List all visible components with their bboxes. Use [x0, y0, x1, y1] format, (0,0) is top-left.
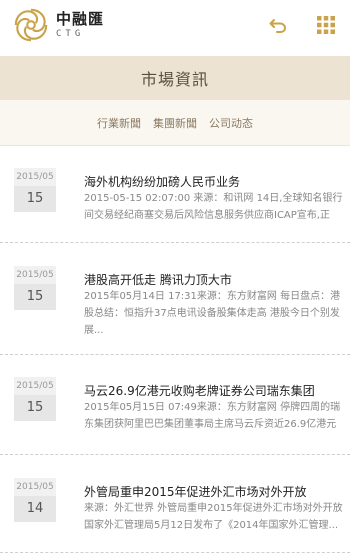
date-badge: 2015/05 14: [14, 478, 56, 522]
news-title[interactable]: 外管局重申2015年促进外汇市场对外开放: [84, 483, 307, 500]
date-month: 2015/05: [14, 478, 56, 496]
news-summary: 来源：外汇世界 外管局重申2015年促进外汇市场对外开放 国家外汇管理局5月12…: [84, 503, 343, 531]
back-arrow-icon[interactable]: [266, 13, 290, 37]
subnav-company-updates[interactable]: 公司动态: [209, 115, 253, 131]
news-summary: 2015年05月15日 07:49来源：东方财富网 停牌四周的瑞东集团获阿里巴巴…: [84, 402, 341, 430]
logo[interactable]: 中融匯 CTG: [12, 6, 104, 44]
divider: [0, 454, 350, 455]
news-title[interactable]: 海外机构纷纷加磅人民币业务: [84, 173, 240, 190]
news-summary: 2015年05月14日 17:31来源：东方财富网 每日盘点：港股总结：恒指升3…: [84, 291, 341, 336]
date-badge: 2015/05 15: [14, 266, 56, 310]
date-month: 2015/05: [14, 168, 56, 186]
news-title[interactable]: 马云26.9亿港元收购老牌证券公司瑞东集团: [84, 382, 315, 399]
date-month: 2015/05: [14, 377, 56, 395]
divider: [0, 242, 350, 243]
grid-menu-icon[interactable]: [314, 13, 338, 37]
divider: [0, 354, 350, 355]
logo-swirl-icon: [14, 8, 48, 42]
date-day: 15: [14, 395, 56, 421]
date-badge: 2015/05 15: [14, 168, 56, 212]
logo-english-text: CTG: [56, 28, 85, 39]
news-title[interactable]: 港股高开低走 腾讯力顶大市: [84, 271, 232, 288]
date-day: 14: [14, 496, 56, 522]
page-title-band: 市場資訊: [0, 56, 350, 100]
subnav-group-news[interactable]: 集團新聞: [153, 115, 197, 131]
top-bar: 中融匯 CTG: [0, 0, 350, 50]
divider: [0, 552, 350, 553]
date-day: 15: [14, 284, 56, 310]
page-title: 市場資訊: [140, 70, 209, 89]
logo-chinese-text: 中融匯: [56, 9, 105, 28]
news-summary: 2015-05-15 02:07:00 来源：和讯网 14日,全球知名银行间交易…: [84, 193, 343, 221]
subnav-industry-news[interactable]: 行業新聞: [97, 115, 141, 131]
date-day: 15: [14, 186, 56, 212]
date-month: 2015/05: [14, 266, 56, 284]
date-badge: 2015/05 15: [14, 377, 56, 421]
sub-navigation: 行業新聞 集團新聞 公司动态: [0, 100, 350, 146]
